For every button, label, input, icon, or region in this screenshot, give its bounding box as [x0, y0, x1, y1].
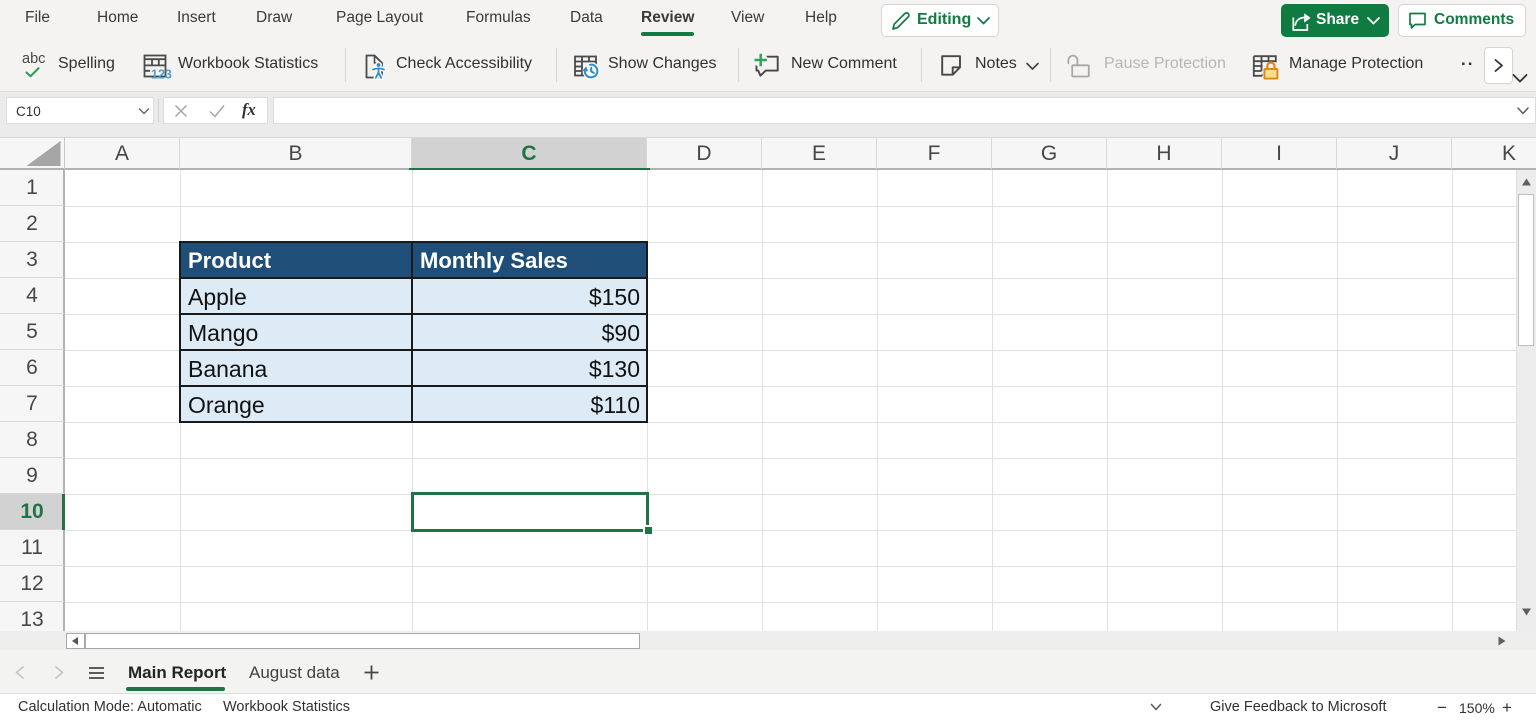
- svg-text:123: 123: [151, 68, 172, 82]
